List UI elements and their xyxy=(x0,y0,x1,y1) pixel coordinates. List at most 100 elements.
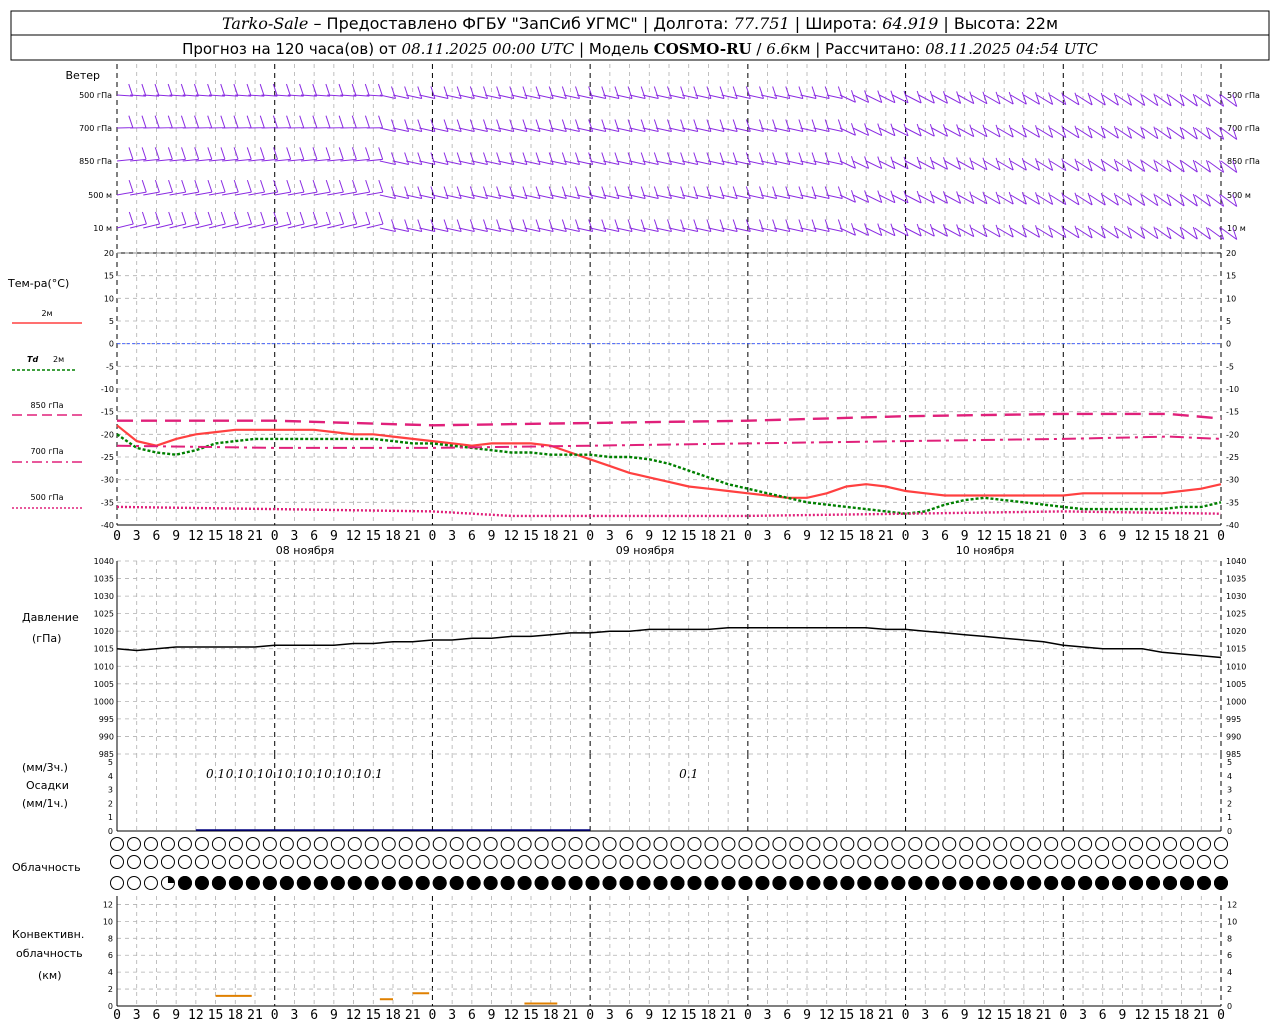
cloud-cell xyxy=(279,855,294,869)
temp-xtick: 12 xyxy=(503,529,519,544)
wind-barb-flag xyxy=(522,119,528,132)
cloud-cell xyxy=(330,837,345,851)
wind-barb-flag xyxy=(588,186,594,199)
wind-barb-flag xyxy=(378,147,384,160)
cloud-cell xyxy=(1197,837,1212,851)
temp-xtick: 3 xyxy=(133,529,141,544)
cloud-cell xyxy=(585,837,600,851)
cloud-cell xyxy=(500,855,515,869)
cloud-cell xyxy=(925,837,940,851)
conv-xtick: 0 xyxy=(1059,1008,1067,1023)
wind-barb-flag xyxy=(325,179,331,193)
wind-barb-flag xyxy=(260,179,266,193)
temp-xtick: 0 xyxy=(429,529,437,544)
cloud-cell xyxy=(721,837,736,851)
wind-barb-flag xyxy=(772,86,778,99)
header-line-2: Прогноз на 120 часа(ов) от 08.11.2025 00… xyxy=(182,40,1098,58)
cloud-cell xyxy=(551,855,566,869)
conv-xtick: 18 xyxy=(1016,1008,1032,1023)
wind-barb-flag xyxy=(601,186,607,199)
conv-ylabel-line2: облачность xyxy=(16,947,83,960)
cloud-fill-full xyxy=(1010,876,1025,890)
cloud-cell xyxy=(840,855,855,869)
precip-value-label: 0.1 xyxy=(305,767,324,781)
cloud-cell xyxy=(925,855,940,869)
pressure-ytick-right: 1000 xyxy=(1226,697,1246,706)
temp-xtick: 18 xyxy=(858,529,874,544)
pressure-ytick-left: 1035 xyxy=(94,575,114,584)
temp-xtick: 12 xyxy=(188,529,204,544)
temp-xtick: 21 xyxy=(720,529,736,544)
precip-ytick-left: 3 xyxy=(108,786,113,795)
cloud-fill-full xyxy=(636,876,651,890)
cloud-cell xyxy=(262,855,277,869)
wind-barb-flag xyxy=(141,83,147,97)
wind-barb-flag xyxy=(233,147,239,160)
wind-barb-flag xyxy=(561,119,567,132)
wind-level-label-left: 700 гПа xyxy=(79,124,112,133)
cloud-fill-full xyxy=(942,876,957,890)
wind-barb-flag xyxy=(535,119,541,132)
temp-xtick: 3 xyxy=(1079,529,1087,544)
wind-barb-flag xyxy=(785,86,791,99)
temp-xtick: 15 xyxy=(523,529,539,544)
wind-barb-flag xyxy=(693,86,699,99)
pressure-ytick-left: 995 xyxy=(99,715,114,724)
cloud-cell xyxy=(1095,837,1110,851)
wind-level-label-right: 850 гПа xyxy=(1227,157,1260,166)
wind-barb-flag xyxy=(667,186,672,199)
conv-ytick-right: 6 xyxy=(1227,951,1232,960)
wind-barb-flag xyxy=(483,119,488,132)
cloud-fill-full xyxy=(976,876,991,890)
conv-xtick: 15 xyxy=(208,1008,224,1023)
wind-barb-flag xyxy=(246,83,252,97)
cloud-cell xyxy=(602,837,617,851)
wind-barb-flag xyxy=(194,115,200,128)
cloud-cell xyxy=(364,837,379,851)
wind-barb-flag xyxy=(430,186,436,199)
wind-barb-flag xyxy=(391,86,396,99)
wind-barb-flag xyxy=(509,186,515,199)
cloud-cell xyxy=(110,855,124,869)
wind-barb-flag xyxy=(575,152,580,165)
wind-barb-flag xyxy=(417,152,423,165)
wind-barb-flag xyxy=(719,119,725,132)
cloud-cell xyxy=(1027,837,1042,851)
cloud-cell xyxy=(500,837,515,851)
wind-barb-flag xyxy=(772,219,778,232)
wind-barb-flag xyxy=(259,147,265,160)
wind-barb-flag xyxy=(509,119,515,132)
wind-barb-flag xyxy=(233,83,239,97)
conv-xtick: 12 xyxy=(819,1008,835,1023)
wind-barb-flag xyxy=(824,119,830,132)
cloud-cell xyxy=(534,855,549,869)
cloud-fill-full xyxy=(262,876,277,890)
wind-barb-flag xyxy=(693,152,699,165)
conv-xtick: 15 xyxy=(839,1008,855,1023)
temp-ytick-left: 15 xyxy=(104,272,114,281)
wind-barb-flag xyxy=(759,186,764,199)
cloud-cell xyxy=(449,855,464,869)
cloud-cell xyxy=(755,837,770,851)
conv-xtick: 3 xyxy=(921,1008,929,1023)
wind-barb-flag xyxy=(561,152,567,165)
cloud-fill-full xyxy=(1180,876,1195,890)
wind-barb-flag xyxy=(338,115,344,128)
temp-xtick: 9 xyxy=(961,529,969,544)
temp-xtick: 12 xyxy=(819,529,835,544)
wind-barb-flag xyxy=(167,147,173,160)
conv-xtick: 12 xyxy=(977,1008,993,1023)
wind-barb-flag xyxy=(351,83,357,97)
wind-barb-flag xyxy=(391,219,396,232)
precipitation-panel: 5 54 43 32 21 10 00.1 0.1 0.1 0.1 0.1 0.1 0.1 0.1 0.1 0… xyxy=(108,754,1232,836)
wind-barb-flag xyxy=(667,152,672,165)
wind-level-label-left: 500 гПа xyxy=(79,91,112,100)
precip-unit-top: (мм/3ч.) xyxy=(22,761,68,774)
cloud-fill-full xyxy=(296,876,311,890)
temp-xtick: 9 xyxy=(803,529,811,544)
conv-ytick-left: 10 xyxy=(103,917,113,926)
temp-xtick: 9 xyxy=(330,529,338,544)
cloud-fill-full xyxy=(1061,876,1076,890)
wind-barb-flag xyxy=(207,147,213,160)
wind-barb-flag xyxy=(128,147,134,160)
